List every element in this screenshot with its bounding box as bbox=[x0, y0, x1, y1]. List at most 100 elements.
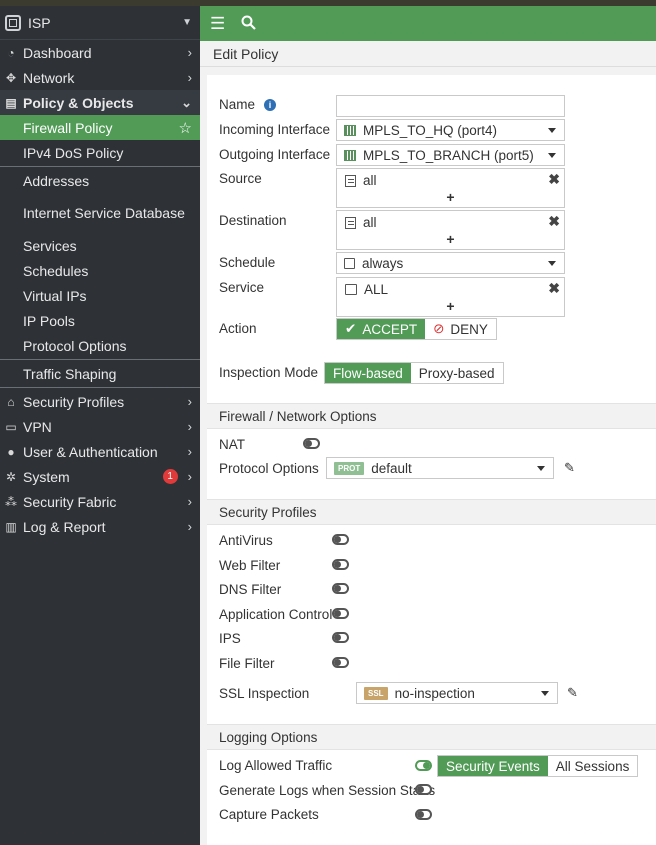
sidebar-item-dashboard[interactable]: ◔ Dashboard › bbox=[0, 40, 200, 65]
sidebar-item-firewall-policy[interactable]: Firewall Policy ☆ bbox=[0, 115, 200, 140]
flow-based-button[interactable]: Flow-based bbox=[325, 363, 411, 383]
file-filter-toggle[interactable] bbox=[332, 657, 349, 668]
capture-packets-toggle[interactable] bbox=[415, 809, 432, 820]
outgoing-interface-select[interactable]: MPLS_TO_BRANCH (port5) bbox=[336, 144, 565, 166]
edit-pencil-icon[interactable]: ✎ bbox=[564, 460, 575, 476]
web-filter-toggle[interactable] bbox=[332, 559, 349, 570]
name-label: Name i bbox=[219, 97, 277, 112]
sidebar-item-internet-service-database[interactable]: Internet Service Database bbox=[0, 193, 200, 233]
chevron-down-icon: ⌄ bbox=[181, 94, 192, 110]
dashboard-icon: ◔ bbox=[7, 45, 15, 60]
sidebar-item-security-profiles[interactable]: ⌂ Security Profiles › bbox=[0, 389, 200, 414]
edit-pencil-icon[interactable]: ✎ bbox=[567, 685, 578, 701]
log-allowed-traffic-label: Log Allowed Traffic bbox=[219, 758, 333, 773]
security-profiles-header: Security Profiles bbox=[207, 499, 656, 525]
protocol-options-select[interactable]: PROT default bbox=[326, 457, 554, 479]
sidebar-item-protocol-options[interactable]: Protocol Options bbox=[0, 333, 200, 358]
sidebar-item-network[interactable]: ✥ Network › bbox=[0, 65, 200, 90]
remove-icon[interactable]: ✖ bbox=[548, 171, 560, 188]
dns-filter-toggle[interactable] bbox=[332, 583, 349, 594]
chevron-down-icon: ▼ bbox=[182, 17, 192, 28]
interface-icon bbox=[344, 149, 356, 161]
chevron-right-icon: › bbox=[187, 419, 192, 434]
divider bbox=[0, 166, 200, 167]
accept-button[interactable]: ✔ ACCEPT bbox=[337, 319, 426, 339]
sidebar-item-label: Protocol Options bbox=[23, 337, 127, 354]
divider bbox=[0, 387, 200, 388]
inspection-mode-toggle-group: Flow-based Proxy-based bbox=[324, 362, 504, 384]
prot-tag: PROT bbox=[334, 461, 365, 475]
log-allowed-traffic-toggle[interactable] bbox=[415, 760, 432, 771]
protocol-options-value: default bbox=[371, 460, 412, 476]
ips-toggle[interactable] bbox=[332, 632, 349, 643]
sidebar-item-label: Dashboard bbox=[23, 44, 92, 61]
application-control-toggle[interactable] bbox=[332, 608, 349, 619]
service-field[interactable]: ALL ✖ + bbox=[336, 277, 565, 317]
fortigate-logo-icon bbox=[5, 14, 21, 31]
protocol-options-label: Protocol Options bbox=[219, 461, 319, 476]
all-sessions-button[interactable]: All Sessions bbox=[547, 756, 638, 776]
incoming-interface-label: Incoming Interface bbox=[219, 122, 331, 137]
add-icon[interactable]: + bbox=[337, 298, 564, 314]
web-filter-label: Web Filter bbox=[219, 558, 281, 573]
schedule-value: always bbox=[362, 255, 404, 271]
search-icon[interactable] bbox=[241, 15, 257, 33]
outgoing-interface-label: Outgoing Interface bbox=[219, 147, 331, 162]
nat-label: NAT bbox=[219, 437, 245, 452]
add-icon[interactable]: + bbox=[337, 189, 564, 205]
sidebar-item-schedules[interactable]: Schedules bbox=[0, 258, 200, 283]
sidebar-item-traffic-shaping[interactable]: Traffic Shaping bbox=[0, 361, 200, 386]
sidebar-item-user-authentication[interactable]: ● User & Authentication › bbox=[0, 439, 200, 464]
add-icon[interactable]: + bbox=[337, 231, 564, 247]
network-icon: ✥ bbox=[5, 70, 17, 85]
sidebar-item-label: Internet Service Database bbox=[23, 204, 185, 221]
sidebar-item-label: Firewall Policy bbox=[23, 119, 113, 136]
nat-toggle[interactable] bbox=[303, 438, 320, 449]
sidebar-item-services[interactable]: Services bbox=[0, 233, 200, 258]
logging-options-header: Logging Options bbox=[207, 724, 656, 750]
source-field[interactable]: all ✖ + bbox=[336, 168, 565, 208]
sidebar-item-label: Addresses bbox=[23, 172, 90, 189]
remove-icon[interactable]: ✖ bbox=[548, 213, 560, 230]
destination-value: all bbox=[363, 215, 377, 230]
schedule-label: Schedule bbox=[219, 255, 276, 270]
sidebar-item-security-fabric[interactable]: ⁂ Security Fabric › bbox=[0, 489, 200, 514]
sidebar-item-label: Security Fabric bbox=[23, 493, 117, 510]
gear-icon: ✲ bbox=[5, 469, 17, 484]
sidebar-item-log-report[interactable]: ▥ Log & Report › bbox=[0, 514, 200, 539]
antivirus-toggle[interactable] bbox=[332, 534, 349, 545]
main-content: Name i Incoming Interface MPLS_TO_HQ (por… bbox=[200, 67, 656, 845]
sidebar-item-addresses[interactable]: Addresses bbox=[0, 168, 200, 193]
sidebar-item-virtual-ips[interactable]: Virtual IPs bbox=[0, 283, 200, 308]
security-events-button[interactable]: Security Events bbox=[438, 756, 548, 776]
page-title: Edit Policy bbox=[200, 41, 656, 67]
sidebar-item-label: System bbox=[23, 468, 70, 485]
incoming-interface-select[interactable]: MPLS_TO_HQ (port4) bbox=[336, 119, 565, 141]
sidebar-item-ipv4-dos-policy[interactable]: IPv4 DoS Policy bbox=[0, 140, 200, 165]
sidebar-item-vpn[interactable]: ▭ VPN › bbox=[0, 414, 200, 439]
ssl-inspection-select[interactable]: SSL no-inspection bbox=[356, 682, 558, 704]
sidebar-item-system[interactable]: ✲ System 1 › bbox=[0, 464, 200, 489]
sidebar-item-ip-pools[interactable]: IP Pools bbox=[0, 308, 200, 333]
vdom-selector[interactable]: ISP ▼ bbox=[0, 6, 200, 40]
sidebar-item-label: User & Authentication bbox=[23, 443, 158, 460]
info-icon[interactable]: i bbox=[264, 99, 277, 112]
antivirus-label: AntiVirus bbox=[219, 533, 273, 548]
fabric-icon: ⁂ bbox=[5, 494, 17, 509]
sidebar-item-policy-objects[interactable]: ▤ Policy & Objects ⌄ bbox=[0, 90, 200, 115]
deny-button[interactable]: ⊘ DENY bbox=[425, 319, 496, 339]
destination-field[interactable]: all ✖ + bbox=[336, 210, 565, 250]
remove-icon[interactable]: ✖ bbox=[548, 280, 560, 297]
service-entry: ALL bbox=[345, 282, 388, 297]
generate-logs-toggle[interactable] bbox=[415, 784, 432, 795]
schedule-select[interactable]: always bbox=[336, 252, 565, 274]
chevron-right-icon: › bbox=[187, 70, 192, 85]
name-field[interactable] bbox=[336, 95, 565, 117]
favorite-star-icon[interactable]: ☆ bbox=[179, 119, 192, 137]
action-label: Action bbox=[219, 321, 257, 336]
sidebar-item-label: Virtual IPs bbox=[23, 287, 87, 304]
menu-icon[interactable]: ☰ bbox=[210, 15, 225, 32]
proxy-based-button[interactable]: Proxy-based bbox=[410, 363, 503, 383]
chevron-right-icon: › bbox=[187, 519, 192, 534]
sidebar-item-label: IP Pools bbox=[23, 312, 75, 329]
